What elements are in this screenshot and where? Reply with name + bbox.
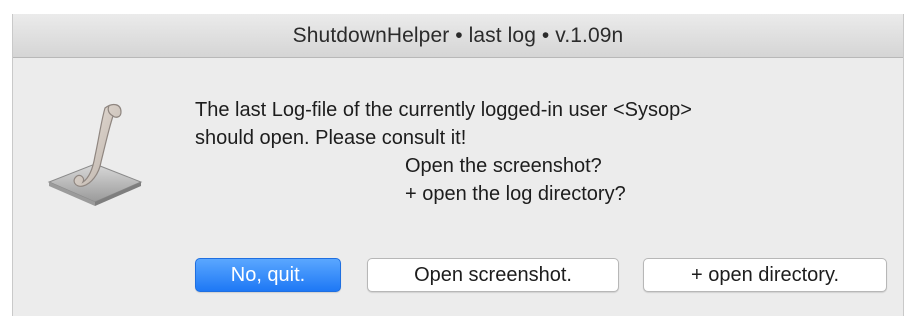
- script-scroll-icon: [47, 103, 143, 206]
- message-line: should open. Please consult it!: [195, 127, 467, 149]
- open-directory-button[interactable]: + open directory.: [643, 258, 887, 292]
- quit-button[interactable]: No, quit.: [195, 258, 341, 292]
- window-title: ShutdownHelper • last log • v.1.09n: [292, 23, 624, 47]
- dialog-message: The last Log-file of the currently logge…: [195, 96, 885, 208]
- title-bar[interactable]: ShutdownHelper • last log • v.1.09n: [13, 14, 903, 58]
- dialog-window: ShutdownHelper • last log • v.1.09n The …: [12, 14, 904, 316]
- message-question: Open the screenshot?: [405, 155, 602, 177]
- message-line: The last Log-file of the currently logge…: [195, 99, 692, 121]
- message-question: + open the log directory?: [405, 183, 626, 205]
- open-screenshot-button[interactable]: Open screenshot.: [367, 258, 619, 292]
